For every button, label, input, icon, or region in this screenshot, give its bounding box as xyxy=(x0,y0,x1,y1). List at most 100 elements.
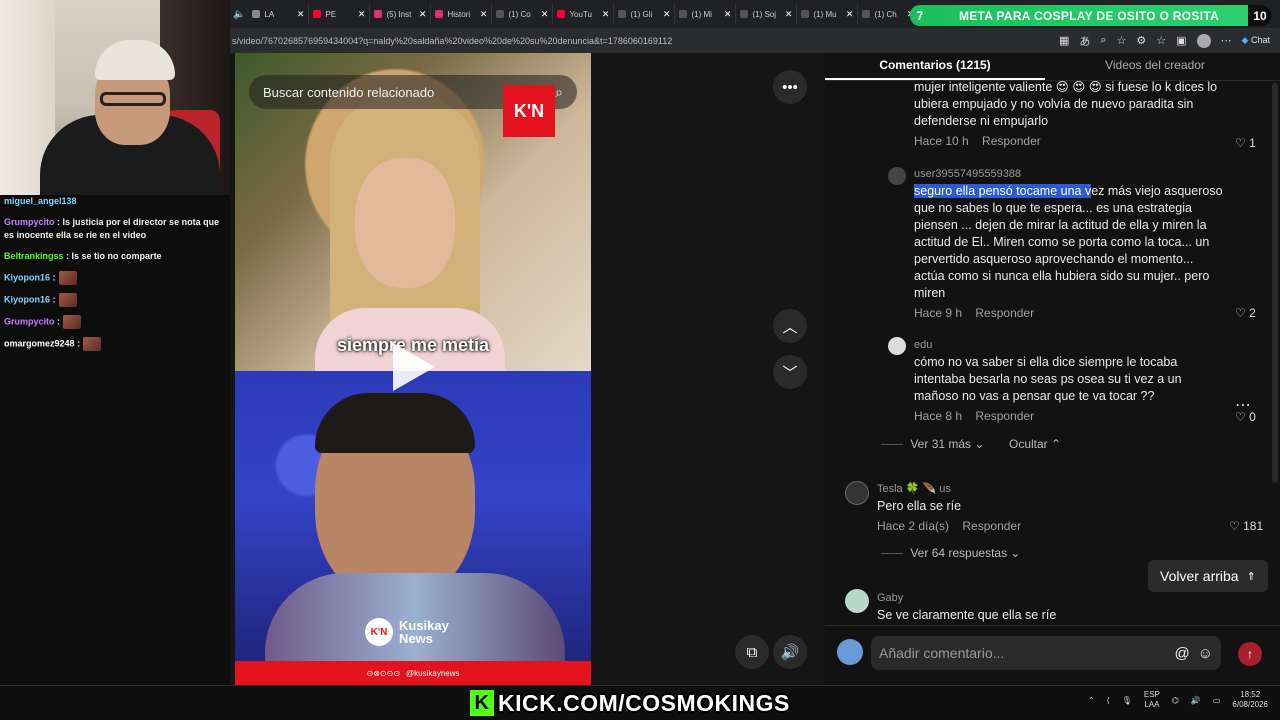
translate-icon[interactable]: あ xyxy=(1079,33,1090,49)
browser-tab[interactable]: (1) Mu ✕ xyxy=(797,3,859,25)
tab-label: (1) Gli xyxy=(630,9,653,19)
extensions-icon[interactable]: ⚙ xyxy=(1136,34,1146,47)
chat-username[interactable]: Kiyopon16 xyxy=(4,294,50,304)
tab-favicon-icon xyxy=(313,10,322,18)
volume-icon: 🔊 xyxy=(780,644,800,661)
browser-tab[interactable]: PE ✕ xyxy=(309,3,371,25)
close-tab-icon[interactable]: ✕ xyxy=(602,9,610,20)
close-tab-icon[interactable]: ✕ xyxy=(419,9,427,20)
comment-username[interactable]: Tesla 🍀 🪶 us xyxy=(877,481,1207,498)
network-icon[interactable]: ⌬ xyxy=(1172,696,1179,705)
emoji-icon[interactable]: ☺ xyxy=(1198,645,1213,662)
bookmark-star-icon[interactable]: ☆ xyxy=(1117,34,1127,47)
chat-message: Kiyopon16 : xyxy=(4,271,226,285)
close-tab-icon[interactable]: ✕ xyxy=(358,9,366,20)
like-button[interactable]: ♡ 0 xyxy=(1235,410,1256,424)
next-video-button[interactable]: ﹀ xyxy=(773,355,807,389)
browser-tab[interactable]: (1) Mi ✕ xyxy=(675,3,737,25)
volume-button[interactable]: 🔊 xyxy=(773,635,807,669)
panel-tabs: Comentarios (1215) Videos del creador xyxy=(825,53,1280,81)
browser-tab[interactable]: (1) Gli ✕ xyxy=(614,3,676,25)
like-button[interactable]: ♡ 181 xyxy=(1229,519,1263,533)
tab-comments[interactable]: Comentarios (1215) xyxy=(825,53,1045,80)
related-search-input[interactable]: Buscar contenido relacionado xyxy=(263,85,434,100)
post-comment-button[interactable]: ↑ xyxy=(1238,642,1262,666)
microphone-icon[interactable]: 🎙 xyxy=(1122,696,1132,705)
hide-replies[interactable]: Ocultar ⌃ xyxy=(1009,437,1061,451)
tab-favicon-icon xyxy=(862,10,871,18)
avatar[interactable] xyxy=(888,337,906,355)
speaker-icon[interactable]: 🔊 xyxy=(1191,696,1201,705)
avatar[interactable] xyxy=(845,481,869,505)
comment-meta: Hace 2 día(s) Responder xyxy=(877,518,1207,535)
copilot-chat-button[interactable]: ◆ Chat xyxy=(1242,35,1270,46)
url-text[interactable]: s/video/7670268576959434004?q=naldy%20sa… xyxy=(232,36,672,46)
chat-username[interactable]: Grumpycito xyxy=(4,217,55,227)
browser-tab[interactable]: YouTu ✕ xyxy=(553,3,615,25)
collections-icon[interactable]: ▣ xyxy=(1176,34,1186,47)
browser-tab[interactable]: (5) Inst ✕ xyxy=(370,3,432,25)
comment-text: seguro ella pensó tocame una vez más vie… xyxy=(914,183,1224,302)
comment-username[interactable]: user39557495559388 xyxy=(914,166,1224,183)
zoom-icon[interactable]: ⌕ xyxy=(1100,34,1106,47)
reply-button[interactable]: Responder xyxy=(982,134,1041,148)
battery-icon[interactable]: ▭ xyxy=(1213,696,1221,705)
like-button[interactable]: ♡ 1 xyxy=(1235,136,1256,150)
panel-scrollbar[interactable] xyxy=(1272,83,1278,483)
back-to-top-button[interactable]: Volver arriba ⇑ xyxy=(1148,560,1268,592)
chat-username[interactable]: Beltrankingss xyxy=(4,251,64,261)
more-options-button[interactable]: ••• xyxy=(773,70,807,104)
search-icon[interactable]: ⌕ xyxy=(555,84,563,101)
close-tab-icon[interactable]: ✕ xyxy=(724,9,732,20)
clock[interactable]: 18:52 6/08/2026 xyxy=(1232,690,1268,710)
tab-favicon-icon xyxy=(679,10,688,18)
avatar[interactable] xyxy=(888,167,906,185)
browser-tab[interactable]: (1) Soj ✕ xyxy=(736,3,798,25)
reply-button[interactable]: Responder xyxy=(975,306,1034,320)
comment-input[interactable]: Añadir comentario... @ ☺ xyxy=(871,636,1221,670)
reply-button[interactable]: Responder xyxy=(962,519,1021,533)
tray-chevron-up-icon[interactable]: ⌃ xyxy=(1088,696,1095,705)
tab-creator-videos[interactable]: Videos del creador xyxy=(1045,53,1265,80)
close-tab-icon[interactable]: ✕ xyxy=(663,9,671,20)
comment-username[interactable]: Gaby xyxy=(877,590,1207,607)
browser-tab[interactable]: LA ✕ xyxy=(248,3,310,25)
video-player[interactable]: Buscar contenido relacionado ⌕ K'N siemp… xyxy=(235,53,591,685)
mute-icon[interactable]: 🔈 xyxy=(230,9,248,20)
more-menu-icon[interactable]: ⋯ xyxy=(1221,34,1232,47)
previous-video-button[interactable]: ︿ xyxy=(773,309,807,343)
see-more-replies[interactable]: Ver 31 más ⌄ xyxy=(881,437,984,451)
close-tab-icon[interactable]: ✕ xyxy=(480,9,488,20)
close-tab-icon[interactable]: ✕ xyxy=(785,9,793,20)
pip-button[interactable]: ⧉ xyxy=(735,635,769,669)
close-tab-icon[interactable]: ✕ xyxy=(297,9,305,20)
favorites-icon[interactable]: ☆ xyxy=(1156,34,1166,47)
play-icon[interactable] xyxy=(393,343,435,391)
comment-time: Hace 10 h xyxy=(914,134,969,148)
avatar[interactable] xyxy=(845,589,869,613)
browser-tab[interactable]: Histori ✕ xyxy=(431,3,493,25)
heart-icon: ♡ xyxy=(1235,410,1246,424)
like-button[interactable]: ♡ 2 xyxy=(1235,306,1256,320)
chat-username[interactable]: omargomez9248 xyxy=(4,338,75,348)
chat-username[interactable]: Grumpycito xyxy=(4,316,55,326)
profile-avatar[interactable] xyxy=(1196,33,1211,48)
address-bar[interactable]: s/video/7670268576959434004?q=naldy%20sa… xyxy=(230,28,1280,53)
browser-tab[interactable]: (1) Co ✕ xyxy=(492,3,554,25)
kn-logo: K'N xyxy=(503,85,555,137)
view-replies[interactable]: Ver 64 respuestas ⌄ xyxy=(881,546,1020,560)
close-tab-icon[interactable]: ✕ xyxy=(541,9,549,20)
chat-username[interactable]: Kiyopon16 xyxy=(4,272,50,282)
comment-username[interactable]: edu xyxy=(914,337,1224,354)
reply-button[interactable]: Responder xyxy=(975,409,1034,423)
language-indicator[interactable]: ESP LAA xyxy=(1144,690,1160,710)
tray-app-icon[interactable]: ⟨ xyxy=(1107,696,1110,705)
apps-icon[interactable]: ▦ xyxy=(1059,34,1069,47)
see-more-label: Ver 31 más xyxy=(910,437,972,451)
close-tab-icon[interactable]: ✕ xyxy=(846,9,854,20)
kick-logo-icon: K xyxy=(470,690,494,716)
chat-username[interactable]: miguel_angel138 xyxy=(4,196,77,206)
tab-label: PE xyxy=(325,9,337,19)
mention-icon[interactable]: @ xyxy=(1174,645,1189,662)
divider-line xyxy=(881,444,903,446)
